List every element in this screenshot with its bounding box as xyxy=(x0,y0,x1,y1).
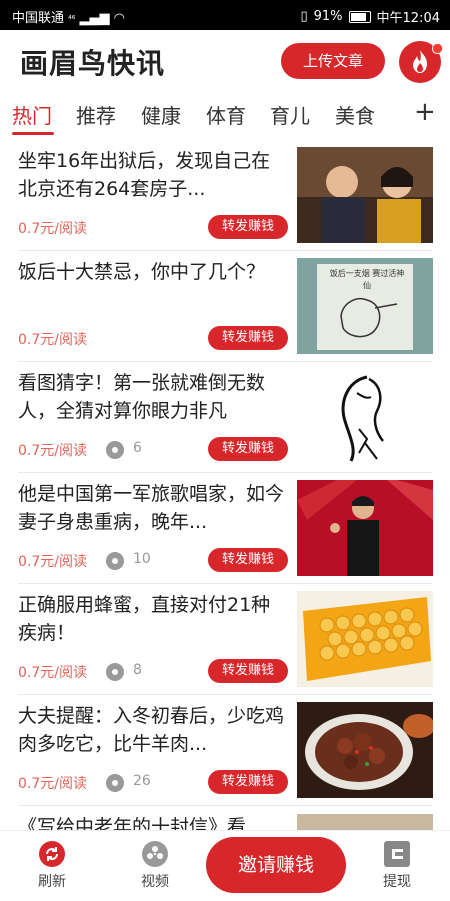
app-title: 画眉鸟快讯 xyxy=(20,47,166,80)
nav-refresh-label: 刷新 xyxy=(38,874,66,890)
nav-video-label: 视频 xyxy=(141,874,169,890)
item-divider xyxy=(18,805,432,806)
article-price: 0.7元/阅读 xyxy=(18,776,87,792)
tab-food[interactable]: 美食 xyxy=(335,100,375,129)
tab-hot[interactable]: 热门 xyxy=(12,100,52,129)
view-count: 26 xyxy=(133,773,151,789)
article-item[interactable]: 大夫提醒：入冬初春后，少吃鸡肉多吃它，比牛羊肉... 0.7元/阅读 26 转发… xyxy=(0,695,450,806)
article-price: 0.7元/阅读 xyxy=(18,332,87,348)
share-earn-button[interactable]: 转发赚钱 xyxy=(208,548,288,572)
article-thumbnail[interactable] xyxy=(297,480,433,576)
article-title[interactable]: 他是中国第一军旅歌唱家，如今妻子身患重病，晚年... xyxy=(18,480,286,536)
share-earn-button[interactable]: 转发赚钱 xyxy=(208,215,288,239)
network-type: ⁴⁶ xyxy=(68,15,76,25)
battery-percent: 91% xyxy=(313,9,343,24)
article-thumbnail-partial[interactable] xyxy=(297,814,433,830)
eye-icon xyxy=(106,663,124,681)
clock: 中午12:04 xyxy=(376,11,440,26)
refresh-icon xyxy=(39,841,65,867)
film-reel-icon xyxy=(142,841,168,867)
signal-icon: ▂▄▆ xyxy=(79,11,110,26)
article-title[interactable]: 正确服用蜂蜜，直接对付21种疾病！ xyxy=(18,591,286,647)
article-item[interactable]: 正确服用蜂蜜，直接对付21种疾病！ 0.7元/阅读 8 转发赚钱 xyxy=(0,584,450,695)
article-price: 0.7元/阅读 xyxy=(18,221,87,237)
wallet-icon xyxy=(384,841,410,867)
status-left: 中国联通 ⁴⁶ ▂▄▆ ◠ xyxy=(12,7,125,26)
article-title[interactable]: 看图猜字！第一张就难倒无数人，全猜对算你眼力非凡 xyxy=(18,369,286,425)
tab-recommend[interactable]: 推荐 xyxy=(76,100,116,129)
share-earn-button[interactable]: 转发赚钱 xyxy=(208,326,288,350)
notification-dot xyxy=(432,43,443,54)
article-item[interactable]: 饭后十大禁忌，你中了几个？ 0.7元/阅读 转发赚钱 饭后一支烟 赛过活神仙 xyxy=(0,251,450,362)
share-earn-button[interactable]: 转发赚钱 xyxy=(208,770,288,794)
article-price: 0.7元/阅读 xyxy=(18,443,87,459)
thumbnail-caption: 饭后一支烟 赛过活神仙 xyxy=(329,269,405,290)
tab-sports[interactable]: 体育 xyxy=(206,100,246,129)
invite-earn-button[interactable]: 邀请赚钱 xyxy=(206,837,346,893)
category-tabs: 热门 推荐 健康 体育 育儿 美食 + xyxy=(0,92,450,136)
upload-article-button[interactable]: 上传文章 xyxy=(281,43,385,79)
article-title[interactable]: 饭后十大禁忌，你中了几个？ xyxy=(18,258,286,286)
article-thumbnail[interactable] xyxy=(297,591,433,687)
app-header: 画眉鸟快讯 上传文章 xyxy=(0,30,450,90)
eye-icon xyxy=(106,774,124,792)
share-earn-button[interactable]: 转发赚钱 xyxy=(208,437,288,461)
article-thumbnail[interactable] xyxy=(297,702,433,798)
hot-button[interactable] xyxy=(399,41,443,83)
article-item[interactable]: 坐牢16年出狱后，发现自己在北京还有264套房子... 0.7元/阅读 转发赚钱 xyxy=(0,140,450,251)
vibrate-icon: ▯ xyxy=(300,9,308,24)
wifi-icon: ◠ xyxy=(113,11,125,26)
status-bar: 中国联通 ⁴⁶ ▂▄▆ ◠ ▯ 91% 中午12:04 xyxy=(0,0,450,30)
article-title[interactable]: 坐牢16年出狱后，发现自己在北京还有264套房子... xyxy=(18,147,286,203)
eye-icon xyxy=(106,552,124,570)
article-thumbnail[interactable]: 饭后一支烟 赛过活神仙 xyxy=(297,258,433,354)
share-earn-button[interactable]: 转发赚钱 xyxy=(208,659,288,683)
bottom-nav: 刷新 视频 邀请赚钱 提现 xyxy=(0,830,450,901)
active-tab-indicator xyxy=(12,132,54,135)
nav-refresh[interactable]: 刷新 xyxy=(22,841,82,891)
article-thumbnail[interactable] xyxy=(297,147,433,243)
article-feed[interactable]: 坐牢16年出狱后，发现自己在北京还有264套房子... 0.7元/阅读 转发赚钱… xyxy=(0,140,450,830)
article-title[interactable]: 大夫提醒：入冬初春后，少吃鸡肉多吃它，比牛羊肉... xyxy=(18,702,286,758)
eye-icon xyxy=(106,441,124,459)
tab-parenting[interactable]: 育儿 xyxy=(270,100,310,129)
view-count: 10 xyxy=(133,551,151,567)
tab-health[interactable]: 健康 xyxy=(141,100,181,129)
nav-withdraw[interactable]: 提现 xyxy=(367,841,427,891)
view-count: 6 xyxy=(133,440,142,456)
battery-icon xyxy=(348,10,371,23)
article-item[interactable]: 他是中国第一军旅歌唱家，如今妻子身患重病，晚年... 0.7元/阅读 10 转发… xyxy=(0,473,450,584)
article-item[interactable]: 看图猜字！第一张就难倒无数人，全猜对算你眼力非凡 0.7元/阅读 6 转发赚钱 xyxy=(0,362,450,473)
article-thumbnail[interactable] xyxy=(297,369,433,465)
article-price: 0.7元/阅读 xyxy=(18,554,87,570)
carrier-name: 中国联通 xyxy=(12,11,65,26)
article-title-partial[interactable]: 《写给中老年的十封信》看 xyxy=(18,812,246,830)
article-price: 0.7元/阅读 xyxy=(18,665,87,681)
view-count: 8 xyxy=(133,662,142,678)
status-right: ▯ 91% 中午12:04 xyxy=(300,7,440,26)
add-tab-button[interactable]: + xyxy=(414,97,436,127)
nav-withdraw-label: 提现 xyxy=(383,874,411,890)
nav-video[interactable]: 视频 xyxy=(125,841,185,891)
